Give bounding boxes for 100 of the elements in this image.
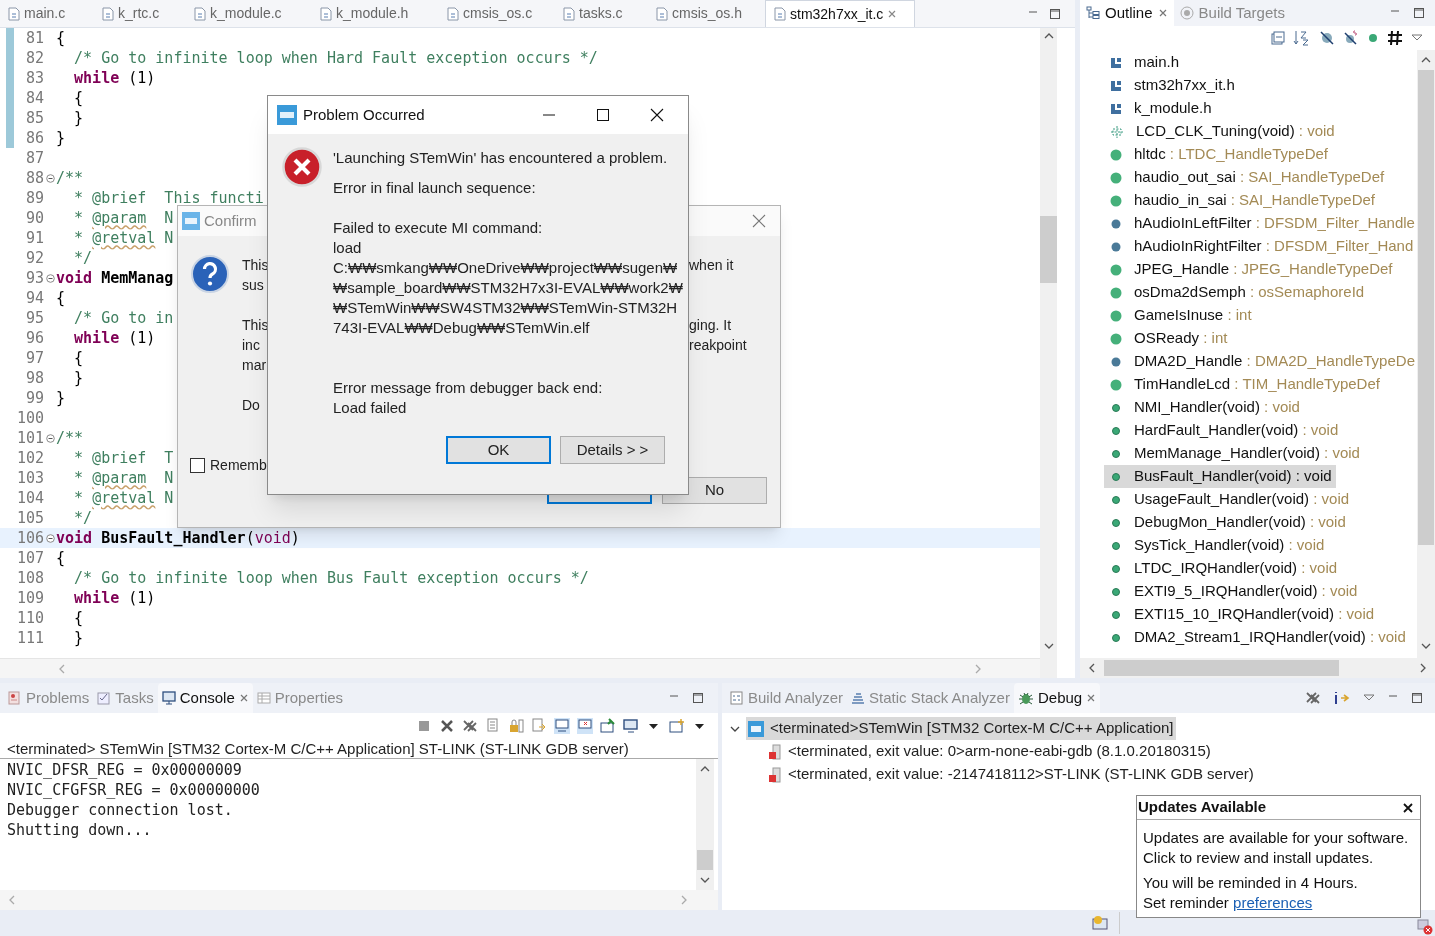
console-error-icon[interactable] (577, 718, 593, 734)
line-number: 89 (24, 188, 44, 208)
scroll-down-icon[interactable] (1421, 642, 1431, 650)
maximize-icon[interactable] (1049, 7, 1061, 20)
maximize-icon[interactable] (1413, 7, 1425, 19)
vertical-scrollbar[interactable] (1040, 28, 1057, 678)
outline-item[interactable]: LCD_CLK_Tuning(void) : void (1104, 120, 1417, 143)
scroll-left-icon[interactable] (1088, 663, 1096, 673)
panel-tab[interactable]: Outline (1080, 0, 1174, 26)
step-filter-icon[interactable] (1333, 690, 1351, 706)
sort-icon[interactable] (1293, 30, 1311, 46)
horizontal-scrollbar[interactable] (1080, 658, 1435, 678)
outline-item[interactable]: NMI_Handler(void) : void (1104, 396, 1417, 419)
remove-all-icon[interactable] (1305, 690, 1321, 706)
collapse-icon[interactable] (45, 433, 55, 443)
collapse-icon[interactable] (45, 273, 55, 283)
outline-item[interactable]: UsageFault_Handler(void) : void (1104, 488, 1417, 511)
collapse-icon[interactable] (45, 173, 55, 183)
remove-icon[interactable] (439, 718, 455, 734)
line-number: 92 (24, 248, 44, 268)
vertical-scrollbar[interactable] (696, 759, 714, 890)
code-text: MemManag (100, 268, 174, 288)
outline-item[interactable]: hAudioInLeftFilter : DFSDM_Filter_Handle (1104, 212, 1417, 235)
maximize-icon[interactable] (596, 108, 610, 122)
display-console-icon[interactable] (623, 718, 639, 734)
outline-item[interactable]: k_module.h (1104, 97, 1417, 120)
outline-item[interactable]: EXTI9_5_IRQHandler(void) : void (1104, 580, 1417, 603)
dialog-text: sus (242, 276, 265, 295)
outline-item[interactable]: haudio_out_sai : SAI_HandleTypeDef (1104, 166, 1417, 189)
outline-item[interactable]: DebugMon_Handler(void) : void (1104, 511, 1417, 534)
console-output-icon[interactable] (554, 718, 570, 734)
outline-item[interactable]: osDma2dSemph : osSemaphoreId (1104, 281, 1417, 304)
panel-tab[interactable]: Debug (1013, 683, 1101, 713)
updates-error-icon[interactable] (1417, 919, 1433, 935)
outline-item[interactable]: BusFault_Handler(void) : void (1104, 465, 1336, 488)
outline-item[interactable]: MemManage_Handler(void) : void (1104, 442, 1417, 465)
outline-item[interactable]: SysTick_Handler(void) : void (1104, 534, 1417, 557)
remove-all-icon[interactable] (462, 718, 478, 734)
maximize-icon[interactable] (692, 692, 704, 704)
outline-item[interactable]: JPEG_Handle : JPEG_HandleTypeDef (1104, 258, 1417, 281)
editor-tab[interactable]: k_rtc.c (94, 0, 186, 27)
editor-tab[interactable]: cmsis_os.c (439, 0, 555, 27)
maximize-icon[interactable] (1411, 692, 1423, 704)
hash-icon[interactable] (1387, 30, 1403, 46)
document-arrow-icon[interactable] (531, 718, 547, 734)
preferences-link[interactable]: preferences (1233, 894, 1313, 911)
process-label: <terminated> STemWin [STM32 Cortex-M C/C++ Application] ST-LINK (ST-LINK GDB server) (0, 739, 718, 759)
outline-item[interactable]: stm32h7xx_it.h (1104, 74, 1417, 97)
vertical-scrollbar[interactable] (1417, 50, 1435, 658)
tree-item[interactable]: <terminated>STemWin [STM32 Cortex-M C/C++ Application] (746, 717, 1176, 740)
outline-item[interactable]: GameIsInuse : int (1104, 304, 1417, 327)
popup-message[interactable]: Updates are available for your software. Click to review and install updates. (1143, 828, 1414, 868)
editor-tab[interactable]: main.c (0, 0, 94, 27)
code-text: /* Go to infinite loop when Hard Fault exception occurs */ (73, 48, 598, 68)
details-button[interactable]: Details > > (560, 436, 665, 464)
code-text: void (56, 528, 93, 548)
ok-button[interactable]: OK (446, 436, 551, 464)
scroll-down-icon[interactable] (1043, 642, 1054, 650)
outline-item[interactable]: haudio_in_sai : SAI_HandleTypeDef (1104, 189, 1417, 212)
outline-item[interactable]: HardFault_Handler(void) : void (1104, 419, 1417, 442)
hide-static-icon[interactable] (1343, 30, 1359, 46)
editor-tab[interactable]: tasks.c (555, 0, 648, 27)
outline-item[interactable]: DMA2_Stream1_IRQHandler(void) : void (1104, 626, 1417, 649)
scroll-down-icon[interactable] (700, 876, 710, 884)
editor-tab[interactable]: k_module.c (186, 0, 312, 27)
panel-tab[interactable]: Console (157, 683, 253, 713)
collapse-all-icon[interactable] (1271, 31, 1285, 45)
outline-item[interactable]: OSReady : int (1104, 327, 1417, 350)
scrollbar-thumb[interactable] (697, 850, 713, 870)
close-icon[interactable] (650, 108, 664, 122)
pin-icon[interactable] (600, 718, 616, 734)
outline-item[interactable]: hAudioInRightFilter : DFSDM_Filter_Hand (1104, 235, 1417, 258)
hide-fields-icon[interactable] (1319, 30, 1335, 46)
field-icon (1110, 194, 1122, 207)
editor-tab[interactable]: k_module.h (312, 0, 439, 27)
outline-item[interactable]: TimHandleLcd : TIM_HandleTypeDef (1104, 373, 1417, 396)
scroll-up-icon[interactable] (700, 765, 710, 773)
scrollbar-thumb[interactable] (1040, 216, 1057, 283)
outline-item[interactable]: DMA2D_Handle : DMA2D_HandleTypeDe (1104, 350, 1417, 373)
outline-item[interactable]: hltdc : LTDC_HandleTypeDef (1104, 143, 1417, 166)
outline-item[interactable]: LTDC_IRQHandler(void) : void (1104, 557, 1417, 580)
scroll-up-icon[interactable] (1043, 32, 1054, 40)
lock-icon[interactable] (508, 718, 524, 734)
tree-item[interactable]: <terminated, exit value: -2147418112>ST-LINK (ST-LINK GDB server) (730, 763, 1435, 786)
outline-item[interactable]: main.h (1104, 51, 1417, 74)
scroll-right-icon[interactable] (1419, 663, 1427, 673)
scroll-up-icon[interactable] (1421, 56, 1431, 64)
collapse-icon[interactable] (45, 533, 55, 543)
circle-icon[interactable] (1367, 32, 1379, 44)
tree-item[interactable]: <terminated, exit value: 0>arm-none-eabi-gdb (8.1.0.20180315) (730, 740, 1435, 763)
editor-tab[interactable]: cmsis_os.h (648, 0, 765, 27)
close-icon[interactable] (1403, 802, 1413, 813)
terminate-icon[interactable] (416, 718, 432, 734)
checkbox[interactable] (190, 458, 205, 473)
install-icon[interactable] (1091, 915, 1110, 931)
scrollbar-thumb[interactable] (1418, 70, 1434, 545)
new-console-icon[interactable] (669, 718, 685, 734)
outline-item[interactable]: EXTI15_10_IRQHandler(void) : void (1104, 603, 1417, 626)
scrollbar-thumb[interactable] (1104, 660, 1339, 676)
editor-tab[interactable]: stm32h7xx_it.c (765, 0, 915, 27)
